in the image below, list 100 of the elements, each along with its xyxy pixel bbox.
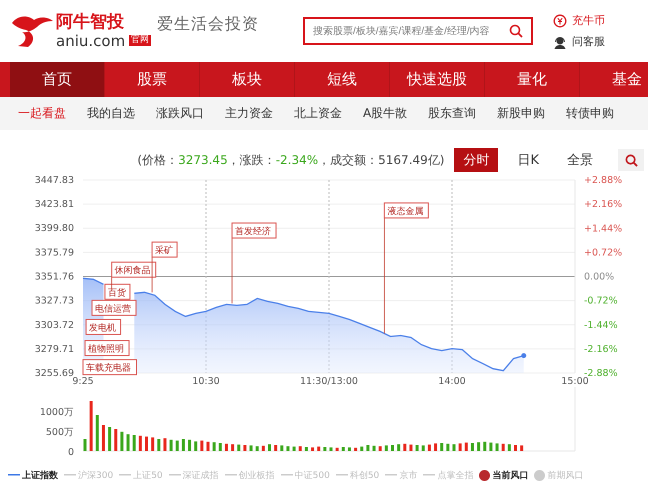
volume-bar bbox=[348, 447, 351, 451]
legend-item[interactable]: 上证指数 bbox=[8, 468, 58, 482]
volume-bar bbox=[470, 443, 474, 451]
volume-bar bbox=[212, 442, 216, 451]
axis-label: -0.72% bbox=[584, 296, 618, 307]
leader-line bbox=[111, 276, 112, 290]
volume-bar bbox=[274, 445, 278, 451]
volume-bar bbox=[317, 446, 320, 451]
volume-bar bbox=[182, 439, 185, 451]
volume-bar bbox=[422, 445, 425, 451]
annotation: 休闲食品 bbox=[114, 265, 151, 276]
subnav-tab[interactable]: 股东查询 bbox=[428, 105, 476, 122]
volume-bar bbox=[434, 443, 438, 451]
volume-bar bbox=[502, 444, 505, 451]
subnav-tab[interactable]: 涨跌风口 bbox=[156, 105, 204, 122]
axis-label: 0 bbox=[68, 447, 74, 457]
axis-label: 11:30/13:00 bbox=[300, 376, 358, 387]
volume-bar bbox=[477, 442, 480, 451]
stat-value: 3273.45 bbox=[178, 153, 228, 167]
axis-label: 9:25 bbox=[72, 376, 94, 387]
axis-label: 3423.81 bbox=[34, 199, 74, 210]
axis-label: 3399.80 bbox=[34, 223, 74, 234]
annotation: 植物照明 bbox=[88, 344, 124, 355]
subnav-tab[interactable]: 我的自选 bbox=[87, 105, 135, 122]
volume-bar bbox=[428, 444, 431, 451]
volume-bar bbox=[416, 445, 419, 451]
annotation: 首发经济 bbox=[235, 226, 272, 238]
search-icon[interactable] bbox=[509, 24, 523, 38]
header-link[interactable]: 问客服 bbox=[553, 34, 605, 49]
volume-bar bbox=[397, 444, 400, 451]
volume-bar bbox=[188, 440, 192, 451]
volume-bar bbox=[218, 443, 222, 451]
subnav-tab[interactable]: 北上资金 bbox=[294, 105, 342, 122]
volume-bar bbox=[138, 436, 142, 451]
subnav-tab[interactable]: 新股申购 bbox=[497, 105, 546, 122]
volume-bar bbox=[336, 448, 339, 451]
axis-label: +2.88% bbox=[584, 175, 622, 186]
axis-label: +2.16% bbox=[584, 199, 622, 210]
axis-label: 3279.71 bbox=[34, 344, 74, 355]
search-icon bbox=[624, 154, 638, 166]
axis-label: 10:30 bbox=[192, 376, 220, 387]
legend-item[interactable]: 当前风口 bbox=[479, 468, 528, 482]
annotation-tag: 首发经济 bbox=[232, 222, 277, 239]
annotation-tag: 车载充电器 bbox=[82, 359, 137, 376]
volume-bar bbox=[268, 444, 271, 451]
header-link[interactable]: 充牛币 bbox=[553, 13, 605, 28]
axis-label: 3327.73 bbox=[34, 296, 74, 307]
volume-bar bbox=[132, 435, 136, 451]
volume-bar bbox=[120, 432, 124, 451]
view-tab[interactable]: 日K bbox=[508, 148, 548, 172]
axis-label: 3351.76 bbox=[34, 272, 74, 282]
axis-label: 0.00% bbox=[584, 272, 614, 282]
annotation: 百货 bbox=[108, 287, 126, 298]
volume-bar bbox=[256, 446, 259, 451]
volume-bar bbox=[458, 443, 462, 451]
volume-bar bbox=[108, 427, 112, 451]
volume-bar bbox=[514, 445, 517, 451]
volume-bar bbox=[114, 429, 118, 451]
volume-bar bbox=[298, 446, 302, 451]
volume-bar bbox=[151, 437, 154, 451]
volume-bar bbox=[372, 446, 376, 451]
subnav-tab[interactable]: A股牛散 bbox=[363, 105, 408, 122]
volume-bar bbox=[366, 445, 370, 451]
axis-label: +0.72% bbox=[584, 247, 622, 258]
volume-bar bbox=[446, 444, 450, 451]
annotation: 采矿 bbox=[155, 245, 174, 256]
axis-label: 3375.79 bbox=[34, 247, 74, 258]
domain-text: aniu.com bbox=[56, 32, 126, 50]
volume-bar bbox=[360, 446, 364, 451]
volume-bar bbox=[378, 446, 382, 451]
volume-bar bbox=[292, 446, 296, 451]
volume-bar bbox=[280, 445, 284, 451]
volume-bar bbox=[237, 444, 240, 451]
axis-label: 15:00 bbox=[561, 376, 589, 387]
volume-bar bbox=[311, 447, 314, 451]
volume-bar bbox=[157, 439, 160, 451]
subnav-tab[interactable]: 一起看盘 bbox=[18, 105, 66, 122]
axis-label: 14:00 bbox=[438, 376, 466, 387]
nav-tab[interactable]: 首页 bbox=[10, 62, 105, 97]
stat-label: ，成交额： bbox=[318, 152, 378, 168]
stat-label: 5167.49亿) bbox=[378, 152, 444, 168]
stat-label: (价格： bbox=[137, 152, 178, 168]
volume-bar bbox=[342, 447, 345, 451]
volume-bar bbox=[176, 440, 179, 451]
end-marker bbox=[521, 353, 526, 358]
volume-bar bbox=[170, 440, 173, 451]
volume-bar bbox=[145, 436, 148, 451]
volume-bar bbox=[354, 448, 358, 451]
volume-bar bbox=[409, 444, 412, 451]
volume-bar bbox=[384, 445, 388, 451]
subnav-tab[interactable]: 主力资金 bbox=[225, 105, 273, 122]
view-tab[interactable]: 全景 bbox=[558, 148, 602, 172]
volume-bar bbox=[90, 401, 93, 451]
search-button[interactable] bbox=[618, 149, 644, 171]
annotation-tag: 液态金属 bbox=[384, 202, 429, 218]
slogan: 爱生活会投资 bbox=[157, 14, 260, 34]
view-tab[interactable]: 分时 bbox=[454, 148, 498, 172]
subnav-tab[interactable]: 转债申购 bbox=[566, 105, 614, 122]
annotation: 液态金属 bbox=[387, 206, 424, 217]
volume-bar bbox=[84, 439, 86, 451]
